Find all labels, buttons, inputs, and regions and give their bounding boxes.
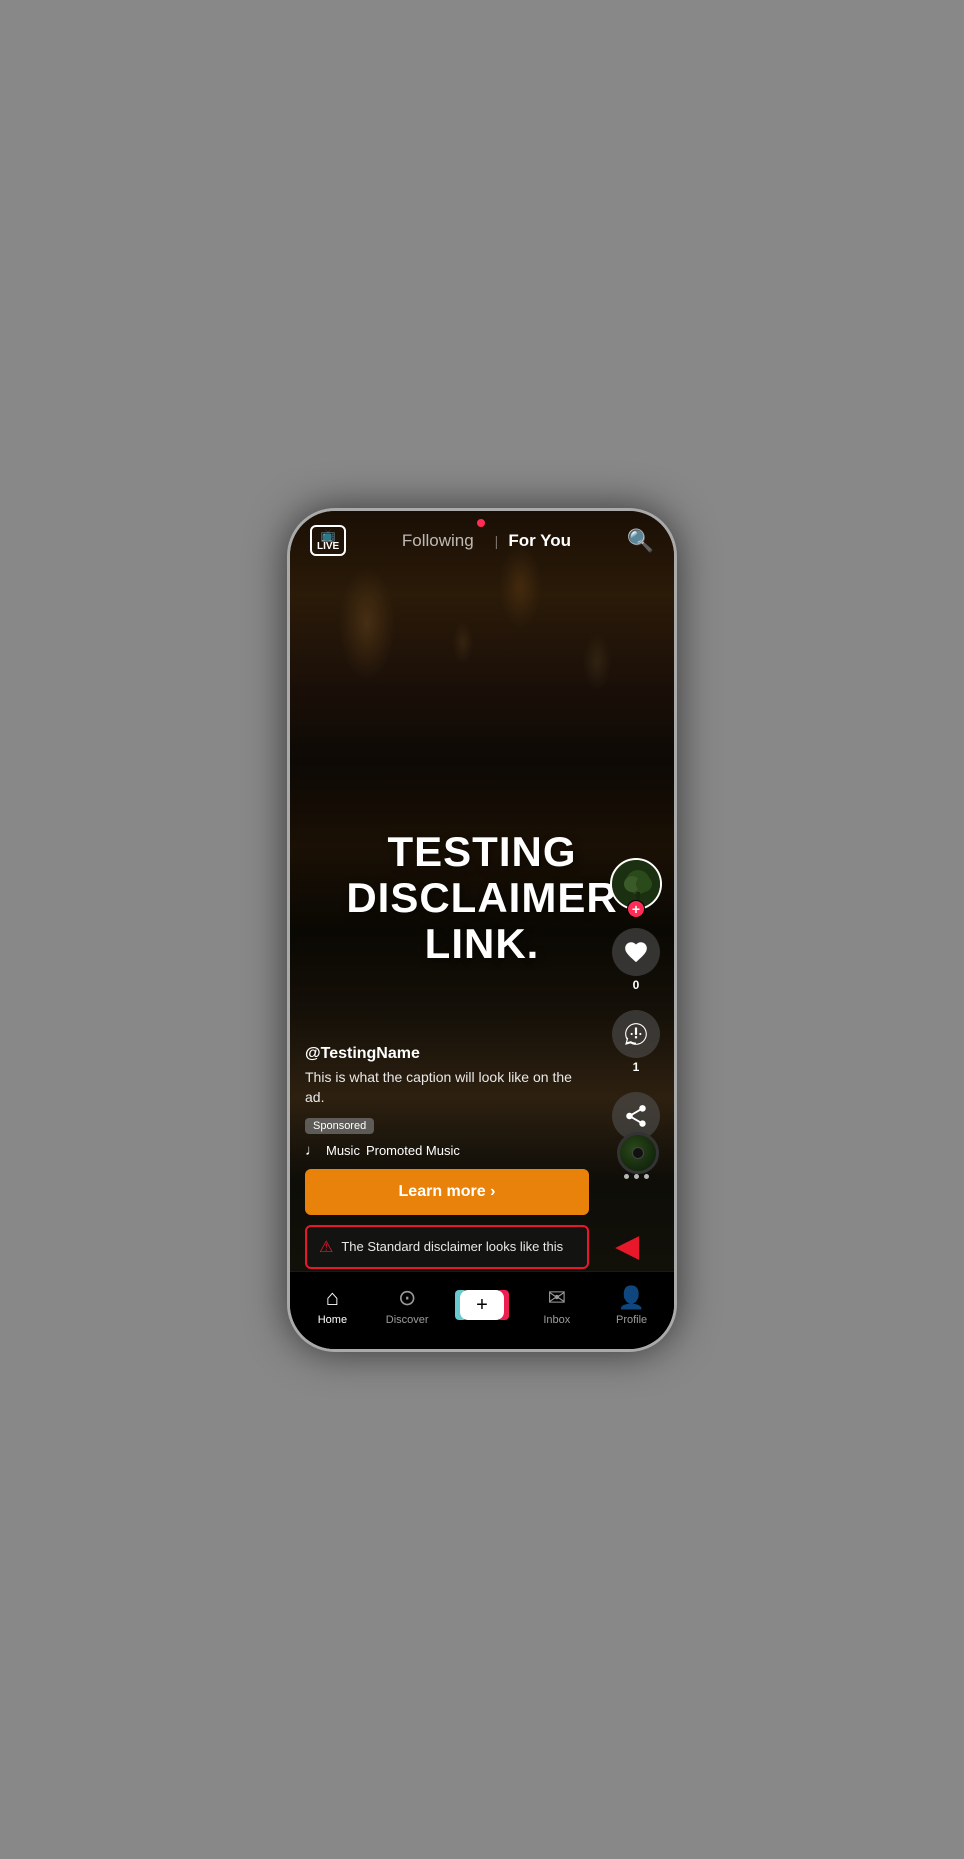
top-navigation: 📺 LIVE Following | For You 🔍: [290, 511, 674, 571]
discover-label: Discover: [386, 1314, 429, 1326]
tv-icon: 📺: [321, 529, 336, 541]
like-count: 0: [633, 978, 640, 992]
profile-icon: 👤: [618, 1285, 645, 1311]
following-wrapper: Following: [402, 531, 485, 551]
nav-tabs: Following | For You: [402, 531, 571, 551]
profile-label: Profile: [616, 1314, 647, 1326]
music-prefix: Music: [326, 1143, 360, 1158]
bottom-navigation: ⌂ Home ⊙ Discover + ✉ Inbox 👤 Profile: [290, 1271, 674, 1349]
add-icon: +: [476, 1294, 488, 1317]
nav-inbox[interactable]: ✉ Inbox: [519, 1285, 594, 1326]
add-button[interactable]: +: [460, 1290, 504, 1320]
dot3: [644, 1174, 649, 1179]
nav-add[interactable]: +: [445, 1290, 520, 1320]
like-group: 0: [612, 928, 660, 992]
music-name: Promoted Music: [366, 1143, 460, 1158]
learn-more-button[interactable]: Learn more ›: [305, 1169, 589, 1215]
sponsored-badge: Sponsored: [305, 1118, 374, 1134]
arrow-indicator: ◄: [607, 1224, 647, 1269]
home-label: Home: [318, 1314, 347, 1326]
disclaimer-box: ⚠ The Standard disclaimer looks like thi…: [305, 1225, 589, 1269]
nav-divider: |: [495, 533, 499, 549]
home-icon: ⌂: [326, 1285, 339, 1311]
discover-icon: ⊙: [398, 1285, 416, 1311]
comment-button[interactable]: [612, 1010, 660, 1058]
more-options[interactable]: [624, 1174, 649, 1179]
share-icon: [623, 1103, 649, 1129]
music-note-icon: ♩: [305, 1142, 320, 1159]
disclaimer-text: The Standard disclaimer looks like this: [341, 1239, 563, 1254]
nav-profile[interactable]: 👤 Profile: [594, 1285, 669, 1326]
right-sidebar: + 0 1: [610, 858, 662, 1179]
notification-dot: [477, 519, 485, 527]
live-badge[interactable]: 📺 LIVE: [310, 525, 346, 556]
nav-discover[interactable]: ⊙ Discover: [370, 1285, 445, 1326]
music-disc-inner: [632, 1147, 644, 1159]
dot2: [634, 1174, 639, 1179]
comment-icon: [623, 1021, 649, 1047]
nav-home[interactable]: ⌂ Home: [295, 1285, 370, 1326]
live-label: LIVE: [317, 542, 339, 552]
like-button[interactable]: [612, 928, 660, 976]
music-disc: [617, 1132, 659, 1174]
inbox-label: Inbox: [543, 1314, 570, 1326]
foryou-tab[interactable]: For You: [508, 531, 571, 551]
follow-plus[interactable]: +: [627, 900, 645, 918]
inbox-icon: ✉: [548, 1285, 566, 1311]
creator-avatar-container[interactable]: +: [610, 858, 662, 910]
phone-frame: 📺 LIVE Following | For You 🔍 TESTING DIS…: [287, 508, 677, 1352]
caption-text: This is what the caption will look like …: [305, 1068, 589, 1107]
search-icon[interactable]: 🔍: [627, 528, 654, 554]
music-row[interactable]: ♩ Music Promoted Music: [305, 1142, 589, 1159]
disclaimer-warning-icon: ⚠: [319, 1237, 333, 1257]
username[interactable]: @TestingName: [305, 1045, 589, 1063]
music-disc-container: [617, 1132, 659, 1174]
dot1: [624, 1174, 629, 1179]
following-tab[interactable]: Following: [402, 531, 474, 551]
bottom-content: @TestingName This is what the caption wi…: [290, 1045, 604, 1268]
comment-group: 1: [612, 1010, 660, 1074]
heart-icon: [623, 939, 649, 965]
comment-count: 1: [633, 1060, 640, 1074]
